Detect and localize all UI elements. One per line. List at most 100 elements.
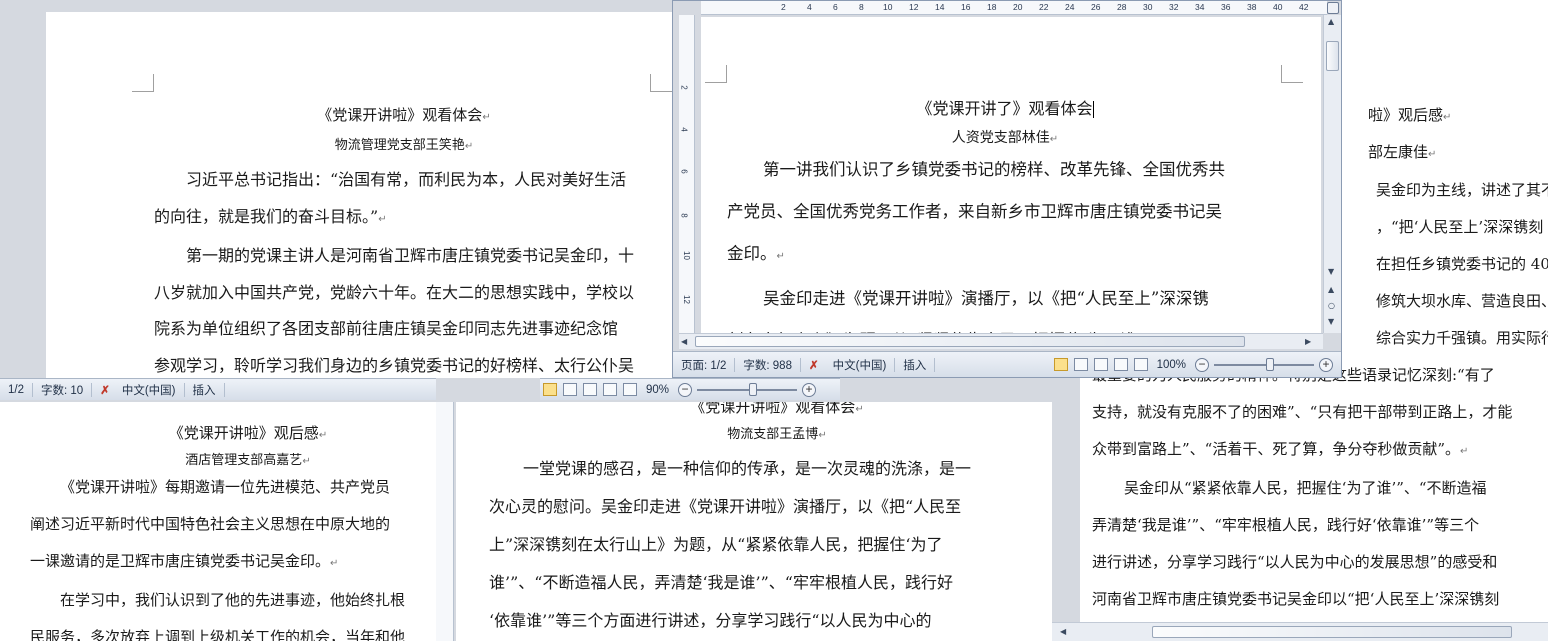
spellcheck-icon: ✗ [100, 384, 110, 397]
document-page[interactable]: 《党课开讲了》观看体会 人资党支部林佳↵ 第一讲我们认识了乡镇党委书记的榜样、改… [701, 17, 1321, 333]
scroll-left-arrow-icon[interactable]: ◀ [1060, 627, 1066, 636]
browse-object-icon[interactable]: ○ [1328, 301, 1335, 310]
horizontal-scrollbar[interactable]: ◀ ▶ [679, 333, 1323, 349]
paragraph-line: 弄清楚‘我是谁’”、“牢牢根植人民，践行好‘依靠谁’”等三个 [1092, 516, 1480, 534]
next-page-icon[interactable]: ▼ [1328, 317, 1334, 326]
document-title: 《党课开讲啦》观后感↵ [168, 424, 328, 442]
full-screen-reading-icon[interactable] [563, 383, 577, 396]
print-layout-view-icon[interactable] [543, 383, 557, 396]
document-author: 物流支部王孟博↵ [727, 427, 827, 442]
paragraph-line: 谁’”、“不断造福人民，弄清楚‘我是谁’”、“牢牢根植人民，践行好 [489, 573, 953, 592]
ruler-number: 10 [681, 251, 691, 260]
web-layout-icon[interactable] [1093, 358, 1108, 371]
scroll-up-arrow-icon[interactable]: ▲ [1328, 17, 1334, 26]
paragraph-line: 院系为单位组织了各团支部前往唐庄镇吴金印同志先进事迹纪念馆 [154, 319, 619, 338]
margin-corner-left [132, 74, 154, 92]
ruler-number: 30 [1143, 2, 1153, 12]
window-top-left: 《党课开讲啦》观看体会↵ 物流管理党支部王笑艳↵ 习近平总书记指出：“治国有常，… [0, 0, 680, 402]
scroll-thumb[interactable] [695, 336, 1245, 347]
paragraph-line: 在学习中，我们认识到了他的先进事迹，他始终扎根 [60, 591, 406, 609]
document-body[interactable]: 一堂党课的感召，是一种信仰的传承，是一次灵魂的洗涤，是一 次心灵的慰问。吴金印走… [489, 450, 1049, 640]
zoom-in-icon[interactable]: + [802, 382, 817, 397]
paragraph-line: 第一期的党课主讲人是河南省卫辉市唐庄镇党委书记吴金印，十 [186, 246, 635, 265]
document-body[interactable]: 《党课开讲啦》每期邀请一位先进模范、共产党员 阐述习近平新时代中国特色社会主义思… [30, 469, 436, 641]
vertical-ruler: 2 4 6 8 10 12 [679, 15, 695, 345]
status-language[interactable]: ✗ 中文(中国) [801, 357, 896, 372]
ruler-number: 22 [1039, 2, 1049, 12]
scroll-thumb[interactable] [1326, 41, 1339, 71]
outline-view-icon[interactable] [603, 383, 617, 396]
document-body[interactable]: 习近平总书记指出：“治国有常，而利民为本，人民对美好生活 的向往，就是我们的奋斗… [154, 162, 674, 382]
zoom-slider[interactable] [1214, 357, 1314, 371]
status-language[interactable]: ✗ 中文(中国) [92, 382, 185, 397]
paragraph-line: 的向往，就是我们的奋斗目标。”↵ [154, 206, 387, 226]
paragraph-line: 《党课开讲啦》每期邀请一位先进模范、共产党员 [60, 478, 391, 496]
ruler-number: 8 [679, 213, 689, 218]
scroll-down-arrow-icon[interactable]: ▼ [1328, 267, 1334, 276]
draft-view-icon[interactable] [1133, 358, 1148, 371]
zoom-in-icon[interactable]: + [1319, 357, 1333, 372]
document-page[interactable]: 《党课开讲啦》观后感↵ 酒店管理支部高嘉艺↵ 《党课开讲啦》每期邀请一位先进模范… [0, 402, 436, 641]
ruler-number: 42 [1299, 2, 1309, 12]
ruler-number: 2 [781, 2, 786, 12]
zoom-out-icon[interactable]: − [678, 382, 693, 397]
scroll-left-arrow-icon[interactable]: ◀ [681, 337, 687, 346]
zoom-slider-thumb[interactable] [1266, 357, 1274, 371]
horizontal-scrollbar[interactable]: ◀ [1052, 622, 1548, 641]
document-author: 人资党支部林佳↵ [951, 130, 1059, 146]
document-text[interactable]: 《党课开讲啦》观看体会↵ 物流管理党支部王笑艳↵ [154, 104, 654, 153]
ruler-number: 26 [1091, 2, 1101, 12]
outline-view-icon[interactable] [1113, 358, 1128, 371]
document-page[interactable]: 《党课开讲啦》观看体会↵ 物流管理党支部王笑艳↵ 习近平总书记指出：“治国有常，… [46, 12, 680, 382]
vertical-scrollbar[interactable]: ▲ ▼ ▲ ○ ▼ [1323, 15, 1341, 333]
zoom-level[interactable]: 90% [640, 384, 675, 396]
status-bar-view-controls: 90% − + [540, 378, 840, 400]
paragraph-line: 参观学习，聆听学习我们身边的乡镇党委书记的好榜样、太行公仆吴 [154, 355, 635, 375]
horizontal-ruler: 2 4 6 8 10 12 14 16 18 20 22 24 26 28 30… [701, 1, 1327, 15]
zoom-out-icon[interactable]: − [1195, 357, 1209, 372]
paragraph-line: 习近平总书记指出：“治国有常，而利民为本，人民对美好生活 [186, 170, 627, 189]
zoom-level[interactable]: 100% [1151, 359, 1192, 371]
paragraph-line: 民服务，多次放弃上调到上级机关工作的机会，当年和他 [30, 628, 406, 641]
paragraph-line: 吴金印走进《党课开讲啦》演播厅，以《把“人民至上”深深镌 [763, 289, 1209, 308]
status-word-count[interactable]: 字数: 10 [33, 382, 93, 397]
window-bottom-center: 《党课开讲啦》观看体会↵ 物流支部王孟博↵ 一堂党课的感召，是一种信仰的传承，是… [436, 378, 1052, 641]
print-layout-view-icon[interactable] [1053, 358, 1068, 371]
previous-page-icon[interactable]: ▲ [1328, 285, 1334, 294]
scroll-right-arrow-icon[interactable]: ▶ [1305, 337, 1311, 346]
document-page[interactable]: 《党课开讲啦》观看体会↵ 物流支部王孟博↵ 一堂党课的感召，是一种信仰的传承，是… [456, 402, 1052, 641]
status-insert-mode[interactable]: 插入 [185, 382, 225, 397]
document-text[interactable]: 《党课开讲啦》观后感↵ 酒店管理支部高嘉艺↵ [0, 422, 436, 468]
zoom-slider[interactable] [697, 382, 798, 396]
ruler-number: 4 [679, 127, 689, 132]
paragraph-line: 次心灵的慰问。吴金印走进《党课开讲啦》演播厅，以《把“人民至 [489, 497, 962, 516]
paragraph-line: 吴金印从“紧紧依靠人民，把握住‘为了谁’”、“不断造福 [1124, 479, 1487, 497]
vertical-ruler [436, 402, 454, 641]
ruler-number: 34 [1195, 2, 1205, 12]
web-layout-icon[interactable] [583, 383, 597, 396]
status-page[interactable]: 页面: 1/2 [673, 357, 736, 372]
paragraph-line: 上”深深镌刻在太行山上》为题，从“紧紧依靠人民，把握住‘为了 [489, 535, 943, 554]
ruler-number: 12 [909, 2, 919, 12]
status-page[interactable]: 1/2 [0, 382, 33, 397]
ruler-number: 38 [1247, 2, 1257, 12]
ruler-toggle-icon[interactable] [1327, 2, 1339, 14]
ruler-number: 8 [859, 2, 864, 12]
status-insert-mode[interactable]: 插入 [895, 357, 936, 372]
document-text[interactable]: 《党课开讲啦》观看体会↵ 物流支部王孟博↵ [456, 402, 1052, 442]
zoom-slider-thumb[interactable] [749, 382, 758, 396]
ruler-number: 16 [961, 2, 971, 12]
ruler-number: 14 [935, 2, 945, 12]
status-word-count[interactable]: 字数: 988 [735, 357, 801, 372]
document-text[interactable]: 《党课开讲了》观看体会 人资党支部林佳↵ [727, 95, 1283, 147]
margin-corner-left [705, 65, 727, 83]
paragraph-line: 一课邀请的是卫辉市唐庄镇党委书记吴金印。↵ [30, 552, 339, 570]
draft-view-icon[interactable] [623, 383, 637, 396]
paragraph-line: ‘依靠谁’”等三个方面进行讲述，分享学习践行“以人民为中心的 [489, 611, 932, 630]
paragraph-line: 八岁就加入中国共产党，党龄六十年。在大二的思想实践中，学校以 [154, 282, 635, 302]
paragraph-line: 支持，就没有克服不了的困难”、“只有把干部带到正路上，才能 [1092, 403, 1513, 421]
paragraph-line: 第一讲我们认识了乡镇党委书记的榜样、改革先锋、全国优秀共 [763, 160, 1225, 179]
document-body[interactable]: 第一讲我们认识了乡镇党委书记的榜样、改革先锋、全国优秀共 产党员、全国优秀党务工… [727, 149, 1287, 333]
scroll-thumb[interactable] [1152, 626, 1512, 638]
full-screen-reading-icon[interactable] [1073, 358, 1088, 371]
